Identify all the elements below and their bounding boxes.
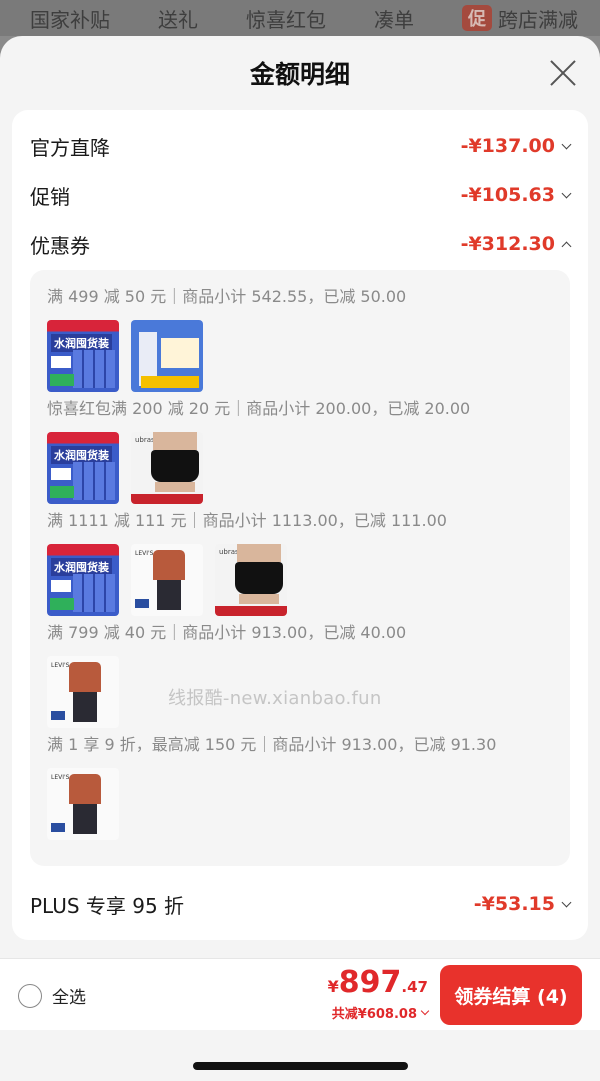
coupon-group: 满 799 减 40 元｜商品小计 913.00，已减 40.00 LEVI'S [47, 622, 406, 728]
product-thumb-water-pack[interactable]: 水润囤货装 [47, 432, 119, 504]
checkout-bar: 全选 ¥897.47 共减¥608.08 领券结算 (4) [0, 958, 600, 1030]
home-indicator [193, 1062, 408, 1070]
total-integer: 897 [338, 965, 402, 1000]
product-thumb-shorts[interactable]: ubras [131, 432, 203, 504]
promotion-label: 促销 [30, 184, 70, 209]
product-thumb-shorts[interactable]: ubras [215, 544, 287, 616]
coupon-group-text: 满 1111 减 111 元｜商品小计 1113.00，已减 111.00 [47, 511, 447, 530]
tab-cross-store-label: 跨店满减 [498, 7, 578, 32]
promotion-amount: -¥105.63 [460, 184, 572, 206]
coupon-group-text: 满 1 享 9 折，最高减 150 元｜商品小计 913.00，已减 91.30 [47, 735, 497, 754]
total-saved-text: 共减¥608.08 [331, 1007, 417, 1022]
top-tabs: 国家补贴 送礼 惊喜红包 凑单 促 跨店满减 [0, 0, 600, 36]
coupon-group-text: 满 799 减 40 元｜商品小计 913.00，已减 40.00 [47, 623, 407, 642]
chevron-down-icon [561, 897, 572, 907]
total-summary: ¥897.47 共减¥608.08 [328, 967, 430, 1022]
coupon-amount: -¥312.30 [460, 233, 572, 255]
coupon-group-text: 惊喜红包满 200 减 20 元｜商品小计 200.00，已减 20.00 [47, 399, 471, 418]
coupon-group: 满 1 享 9 折，最高减 150 元｜商品小计 913.00，已减 91.30… [47, 734, 496, 840]
coupon-value: -¥312.30 [460, 233, 555, 255]
product-thumb-jacket[interactable]: LEVI'S [131, 544, 203, 616]
plus-discount-label: PLUS 专享 95 折 [30, 893, 185, 918]
total-saved[interactable]: 共减¥608.08 [328, 1003, 430, 1022]
amount-detail-sheet: 金额明细 官方直降 -¥137.00 促销 -¥105.63 优惠券 -¥312… [0, 36, 600, 1081]
select-all-toggle[interactable]: 全选 [18, 983, 86, 1008]
total-currency: ¥ [327, 977, 339, 996]
product-thumb-water-pack[interactable]: 水润囤货装 [47, 320, 119, 392]
total-price: ¥897.47 [328, 967, 428, 1003]
plus-discount-value: -¥53.15 [473, 893, 555, 915]
sheet-header: 金额明细 [0, 36, 600, 110]
detail-card: 官方直降 -¥137.00 促销 -¥105.63 优惠券 -¥312.30 满… [12, 110, 588, 940]
coupon-group: 满 499 减 50 元｜商品小计 542.55，已减 50.00 水润囤货装 [47, 286, 406, 392]
promotion-value: -¥105.63 [460, 184, 555, 206]
total-decimal: .47 [401, 978, 428, 996]
tab-national-subsidy[interactable]: 国家补贴 [30, 4, 110, 33]
product-thumb-water-pack[interactable]: 水润囤货装 [47, 544, 119, 616]
select-all-label: 全选 [52, 988, 86, 1008]
coupon-detail-box: 满 499 减 50 元｜商品小计 542.55，已减 50.00 水润囤货装 … [30, 270, 570, 866]
coupon-label: 优惠券 [30, 233, 90, 258]
watermark: 线报酷-new.xianbao.fun [168, 688, 382, 709]
chevron-down-icon [561, 139, 572, 149]
promotion-row[interactable]: 促销 -¥105.63 [30, 180, 572, 210]
product-thumb-jacket[interactable]: LEVI'S [47, 768, 119, 840]
product-thumb-jacket[interactable]: LEVI'S [47, 656, 119, 728]
product-thumbs: LEVI'S [47, 768, 496, 840]
chevron-down-icon [420, 1006, 430, 1016]
chevron-down-icon [561, 188, 572, 198]
select-all-radio[interactable] [18, 983, 42, 1008]
official-discount-amount: -¥137.00 [460, 135, 572, 157]
coupon-row[interactable]: 优惠券 -¥312.30 [30, 229, 572, 259]
chevron-up-icon [561, 241, 572, 251]
plus-discount-row[interactable]: PLUS 专享 95 折 -¥53.15 [30, 889, 572, 919]
tab-cross-store[interactable]: 促 跨店满减 [462, 4, 578, 33]
official-discount-label: 官方直降 [30, 135, 110, 160]
product-thumbs: 水润囤货装 [47, 320, 406, 392]
official-discount-row[interactable]: 官方直降 -¥137.00 [30, 131, 572, 161]
tab-surprise-redpacket[interactable]: 惊喜红包 [246, 4, 326, 33]
sheet-title: 金额明细 [249, 60, 350, 89]
product-thumbs: 水润囤货装 LEVI'S ubras [47, 544, 447, 616]
promo-badge: 促 [462, 5, 492, 31]
plus-discount-amount: -¥53.15 [473, 893, 572, 915]
product-thumbs: 水润囤货装 ubras [47, 432, 470, 504]
official-discount-value: -¥137.00 [460, 135, 555, 157]
close-icon[interactable] [548, 58, 578, 88]
tab-gift[interactable]: 送礼 [158, 4, 198, 33]
product-thumb-blue-box[interactable] [131, 320, 203, 392]
coupon-group-text: 满 499 减 50 元｜商品小计 542.55，已减 50.00 [47, 287, 407, 306]
checkout-button[interactable]: 领券结算 (4) [440, 965, 582, 1025]
coupon-group: 惊喜红包满 200 减 20 元｜商品小计 200.00，已减 20.00 水润… [47, 398, 470, 504]
tab-add-on[interactable]: 凑单 [374, 4, 414, 33]
coupon-group: 满 1111 减 111 元｜商品小计 1113.00，已减 111.00 水润… [47, 510, 447, 616]
